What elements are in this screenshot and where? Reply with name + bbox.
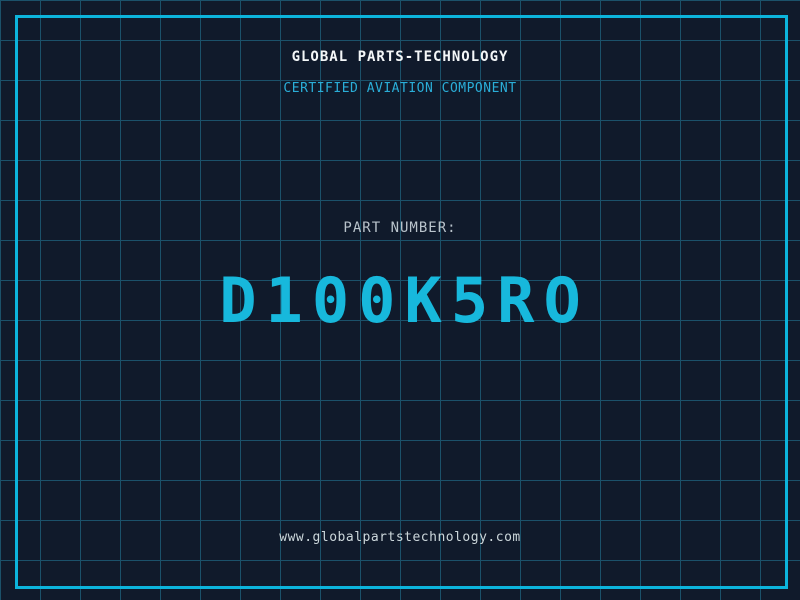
website-url: www.globalpartstechnology.com [279,530,521,545]
part-number-label: PART NUMBER: [343,220,457,236]
part-label-screen: GLOBAL PARTS-TECHNOLOGY CERTIFIED AVIATI… [0,0,800,600]
certification-subtitle: CERTIFIED AVIATION COMPONENT [283,81,517,96]
content-area: GLOBAL PARTS-TECHNOLOGY CERTIFIED AVIATI… [0,0,800,600]
part-number-value: D100K5RO [219,264,590,337]
company-title: GLOBAL PARTS-TECHNOLOGY [291,49,509,65]
